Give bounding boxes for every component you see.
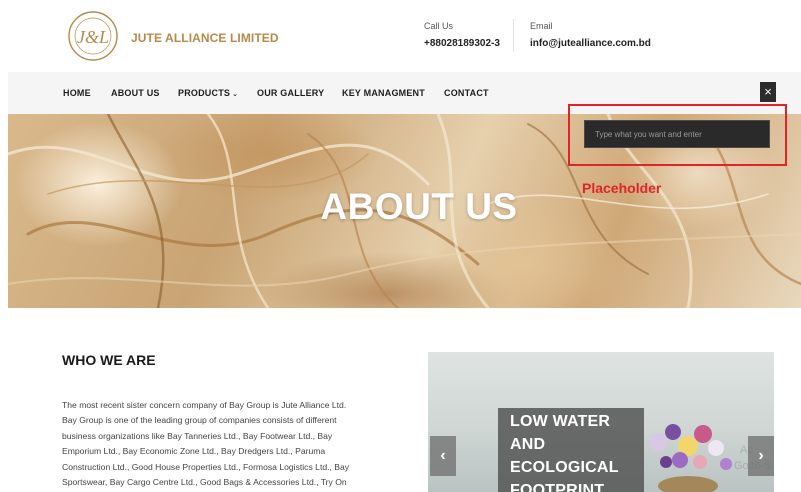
about-line: Sportswear, Bay Cargo Centre Ltd., Good …: [62, 477, 347, 488]
image-slider[interactable]: LOW WATER AND ECOLOGICAL FOOTPRINT Ac Go…: [428, 352, 774, 492]
email-label: Email: [530, 21, 553, 31]
nav-products[interactable]: PRODUCTS ⌄: [178, 88, 238, 98]
slide-caption-line: AND: [510, 436, 546, 453]
nav-contact[interactable]: CONTACT: [444, 88, 489, 98]
section-title: WHO WE ARE: [62, 352, 156, 368]
chevron-left-icon[interactable]: ‹: [430, 436, 456, 476]
about-paragraph: The most recent sister concern company o…: [62, 398, 402, 490]
email-address[interactable]: info@jutealliance.com.bd: [530, 38, 651, 49]
call-number[interactable]: +88028189302-3: [424, 38, 500, 49]
about-line: business organizations like Bay Tannerie…: [62, 430, 333, 441]
slide-caption-line: ECOLOGICAL: [510, 459, 619, 476]
nav-our-gallery[interactable]: OUR GALLERY: [257, 88, 324, 98]
about-line: The most recent sister concern company o…: [62, 400, 347, 410]
site-header: J&L JUTE ALLIANCE LIMITED Call Us +88028…: [0, 0, 801, 72]
contact-divider: [513, 19, 514, 52]
logo-monogram: J&L: [77, 27, 109, 47]
about-line: Emporium Ltd., Bay Economic Zone Ltd., B…: [62, 446, 326, 457]
hero-title: ABOUT US: [320, 186, 518, 227]
chevron-down-icon: ⌄: [232, 91, 239, 98]
nav-key-managment[interactable]: KEY MANAGMENT: [342, 88, 425, 98]
placeholder-annotation: Placeholder: [582, 180, 662, 196]
call-label: Call Us: [424, 21, 454, 31]
company-logo[interactable]: J&L: [62, 10, 124, 62]
brand-name[interactable]: JUTE ALLIANCE LIMITED: [131, 31, 279, 45]
flower-basket-image: [649, 424, 732, 492]
nav-products-label: PRODUCTS: [178, 88, 231, 98]
chevron-right-icon[interactable]: ›: [748, 436, 774, 476]
close-icon[interactable]: ×: [760, 82, 776, 102]
about-line: Bay Group is one of the leading group of…: [62, 415, 337, 426]
slide-caption-line: LOW WATER: [510, 413, 611, 430]
about-line: Construction Ltd., Good House Properties…: [62, 461, 350, 472]
nav-home[interactable]: HOME: [63, 88, 91, 98]
highlight-frame: [568, 104, 787, 166]
slide-caption-line: FOOTPRINT: [510, 482, 605, 492]
nav-about-us[interactable]: ABOUT US: [111, 88, 160, 98]
